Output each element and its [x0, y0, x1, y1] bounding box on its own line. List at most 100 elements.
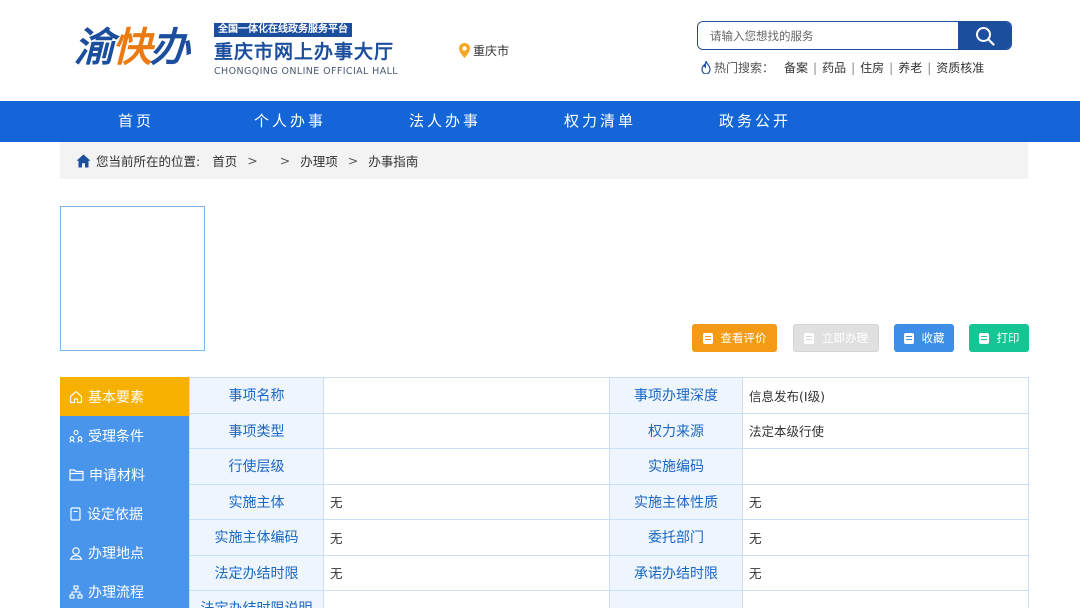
- print-icon: [978, 332, 989, 344]
- print-button[interactable]: 打印: [969, 324, 1029, 352]
- view-review-label: 查看评价: [720, 331, 767, 345]
- field-value: 无: [323, 483, 610, 520]
- location-label: 重庆市: [473, 44, 510, 58]
- hot-search: 热门搜索： 备案 | 药品 | 住房 | 养老 | 资质核准: [701, 59, 984, 76]
- flowchart-icon: [69, 584, 83, 599]
- side-item-process[interactable]: 办理流程: [60, 572, 189, 608]
- main-nav: 首页 个人办事 法人办事 权力清单 政务公开: [0, 101, 1080, 142]
- field-label: 承诺办结时限: [609, 554, 743, 591]
- divider: |: [813, 60, 818, 75]
- table-row: 行使层级 实施编码: [189, 448, 1029, 485]
- table-row: 实施主体 无 实施主体性质 无: [189, 483, 1029, 520]
- divider: |: [851, 60, 856, 75]
- side-item-label: 基本要素: [88, 389, 144, 406]
- document-icon: [804, 332, 814, 344]
- favorite-button[interactable]: 收藏: [894, 324, 954, 352]
- hot-keyword[interactable]: 药品: [822, 59, 846, 76]
- favorite-label: 收藏: [921, 331, 945, 345]
- document-icon: [70, 506, 81, 521]
- basic-info-table: 事项名称 事项办理深度 信息发布(Ⅰ级) 事项类型 权力来源 法定本级行使 行使…: [189, 377, 1029, 608]
- home-icon: [76, 154, 91, 167]
- table-row: 事项名称 事项办理深度 信息发布(Ⅰ级): [189, 377, 1029, 414]
- nav-item-corporate[interactable]: 法人办事: [409, 101, 481, 142]
- side-menu: 基本要素 受理条件 申请材料 设定依据 办理地点 办理流程: [60, 377, 189, 608]
- field-label: 实施主体编码: [189, 519, 324, 556]
- field-label: 法定办结时限说明: [189, 590, 324, 608]
- folder-icon: [69, 469, 84, 481]
- nav-item-personal[interactable]: 个人办事: [254, 101, 326, 142]
- breadcrumb-prefix: 您当前所在的位置:: [96, 154, 201, 169]
- breadcrumb-separator: >: [279, 153, 291, 168]
- table-row: 法定办结时限 无 承诺办结时限 无: [189, 554, 1029, 591]
- field-value: 无: [742, 519, 1029, 556]
- search-input[interactable]: [698, 22, 958, 49]
- hot-keyword[interactable]: 养老: [898, 59, 922, 76]
- field-label: 实施编码: [609, 448, 743, 485]
- field-value: [323, 590, 610, 608]
- side-item-materials[interactable]: 申请材料: [60, 455, 189, 494]
- field-value: [323, 377, 610, 414]
- bookmark-icon: [903, 332, 914, 344]
- field-label: 委托部门: [609, 519, 743, 556]
- field-label: 实施主体: [189, 483, 324, 520]
- field-value: [742, 590, 1029, 608]
- logo-mark: 渝快办: [74, 24, 190, 71]
- apply-now-button[interactable]: 立即办理: [793, 324, 879, 352]
- location-pin-icon: [459, 43, 470, 58]
- field-label: 事项办理深度: [609, 377, 743, 414]
- side-item-conditions[interactable]: 受理条件: [60, 416, 189, 455]
- breadcrumb-separator: >: [247, 153, 258, 168]
- platform-badge: 全国一体化在线政务服务平台: [214, 23, 352, 37]
- field-value: 法定本级行使: [742, 412, 1029, 449]
- field-value: 无: [742, 554, 1029, 591]
- item-image: [60, 206, 205, 351]
- hot-keyword[interactable]: 备案: [784, 59, 808, 76]
- breadcrumb-home[interactable]: 首页: [212, 151, 237, 170]
- site-title-en: CHONGQING ONLINE OFFICIAL HALL: [214, 66, 398, 77]
- site-logo[interactable]: 渝快办 全国一体化在线政务服务平台 重庆市网上办事大厅 CHONGQING ON…: [74, 22, 398, 82]
- view-review-button[interactable]: 查看评价: [692, 324, 777, 352]
- field-label: 实施主体性质: [609, 483, 743, 520]
- breadcrumb: 您当前所在的位置: 首页 > > 办理项 > 办事指南: [60, 142, 1028, 179]
- table-row: 实施主体编码 无 委托部门 无: [189, 519, 1029, 556]
- field-value: [323, 412, 610, 449]
- nav-item-gov-affairs[interactable]: 政务公开: [719, 101, 791, 142]
- side-item-location[interactable]: 办理地点: [60, 533, 189, 572]
- hot-search-label: 热门搜索：: [714, 61, 775, 75]
- field-label: 行使层级: [189, 448, 324, 485]
- print-label: 打印: [996, 331, 1020, 345]
- hot-keyword[interactable]: 资质核准: [936, 59, 984, 76]
- search-button[interactable]: [958, 22, 1011, 49]
- field-label: 事项名称: [189, 377, 324, 414]
- search-icon: [975, 26, 995, 46]
- table-row: 事项类型 权力来源 法定本级行使: [189, 412, 1029, 449]
- field-label: 权力来源: [609, 412, 743, 449]
- field-value: [742, 448, 1029, 485]
- apply-now-label: 立即办理: [822, 331, 868, 345]
- location-selector[interactable]: 重庆市: [459, 42, 509, 59]
- side-item-label: 办理流程: [88, 584, 144, 601]
- divider: |: [889, 60, 894, 75]
- nav-item-home[interactable]: 首页: [118, 101, 154, 142]
- breadcrumb-separator: >: [347, 153, 359, 168]
- field-label: 事项类型: [189, 412, 324, 449]
- location-person-icon: [69, 546, 83, 560]
- side-item-label: 办理地点: [88, 545, 144, 562]
- site-title: 重庆市网上办事大厅: [214, 41, 395, 63]
- nav-item-power-list[interactable]: 权力清单: [564, 101, 636, 142]
- side-item-legal-basis[interactable]: 设定依据: [60, 494, 189, 533]
- side-item-label: 申请材料: [89, 467, 145, 484]
- search-box: [697, 21, 1012, 50]
- field-value: 无: [323, 554, 610, 591]
- side-item-basic-elements[interactable]: 基本要素: [60, 377, 189, 416]
- field-value: 信息发布(Ⅰ级): [742, 377, 1029, 414]
- document-icon: [702, 332, 713, 344]
- field-value: [323, 448, 610, 485]
- side-item-label: 设定依据: [87, 506, 143, 523]
- header: 渝快办 全国一体化在线政务服务平台 重庆市网上办事大厅 CHONGQING ON…: [0, 0, 1080, 101]
- fire-icon: [701, 61, 711, 74]
- field-value: 无: [742, 483, 1029, 520]
- table-row: 法定办结时限说明: [189, 590, 1029, 608]
- hot-keyword[interactable]: 住房: [860, 59, 884, 76]
- breadcrumb-item[interactable]: 办理项: [300, 151, 338, 170]
